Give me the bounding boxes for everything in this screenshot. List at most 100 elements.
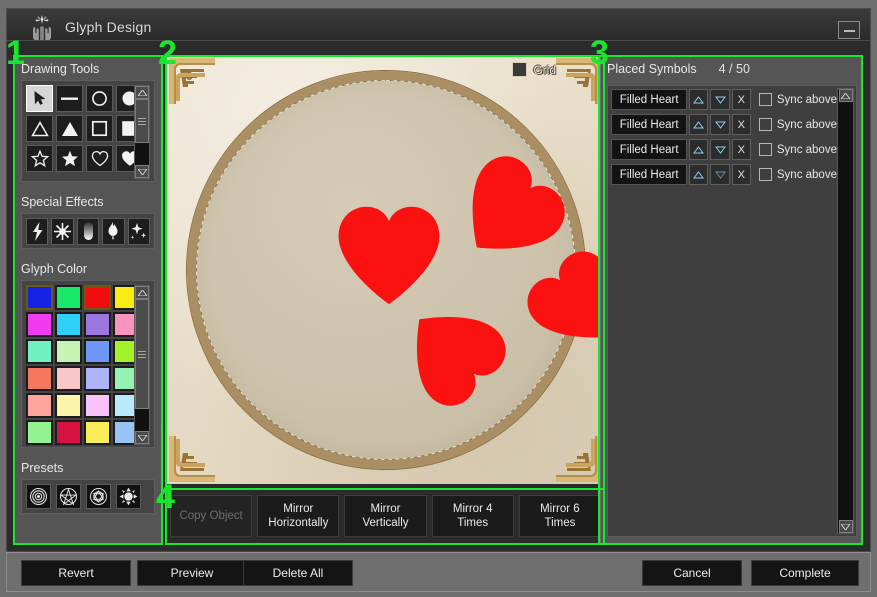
sync-above-toggle[interactable]: Sync above — [758, 143, 837, 156]
preset-hexagram-glyph-icon[interactable] — [86, 484, 111, 509]
sync-above-label: Sync above — [776, 168, 837, 181]
star-filled-tool[interactable] — [56, 145, 83, 172]
symbol-name[interactable]: Filled Heart — [611, 114, 688, 135]
glow-effect-icon[interactable] — [76, 218, 100, 245]
mirror-6-line2: Times — [544, 517, 576, 529]
circle-outline-tool[interactable] — [86, 85, 113, 112]
grid-toggle[interactable]: Grid — [512, 62, 556, 77]
mirror-vertically-line1: Mirror — [370, 503, 401, 515]
minimize-button[interactable] — [838, 21, 860, 39]
color-swatch[interactable] — [26, 393, 53, 418]
mirror-horizontally-button[interactable]: Mirror Horizontally — [257, 495, 340, 537]
color-swatch[interactable] — [84, 366, 111, 391]
color-swatch[interactable] — [55, 420, 82, 445]
sync-above-checkbox[interactable] — [758, 93, 772, 106]
move-up-icon[interactable] — [689, 114, 709, 135]
delete-symbol-button[interactable]: X — [731, 164, 751, 185]
table-row: Filled Heart X Sync above — [611, 164, 837, 185]
scroll-down-icon[interactable] — [838, 520, 853, 533]
flame-effect-icon[interactable] — [102, 218, 125, 245]
placed-heart-symbol[interactable] — [333, 200, 445, 312]
scroll-thumb[interactable] — [135, 99, 149, 143]
scroll-track[interactable] — [135, 299, 149, 431]
scroll-track[interactable] — [135, 99, 149, 165]
sync-above-toggle[interactable]: Sync above — [758, 168, 837, 181]
preset-compass-glyph-icon[interactable] — [116, 484, 141, 509]
cursor-tool[interactable] — [26, 85, 53, 112]
preview-button[interactable]: Preview — [137, 560, 247, 586]
mirror-4-line2: Times — [457, 517, 489, 529]
star-outline-tool[interactable] — [26, 145, 53, 172]
sync-above-checkbox[interactable] — [758, 143, 772, 156]
snowflake-effect-icon[interactable] — [51, 218, 74, 245]
square-outline-tool[interactable] — [86, 115, 113, 142]
color-swatch[interactable] — [26, 285, 53, 310]
copy-object-button[interactable]: Copy Object — [170, 495, 253, 537]
color-swatch[interactable] — [26, 339, 53, 364]
presets-box — [21, 479, 155, 514]
scroll-down-icon[interactable] — [135, 431, 149, 444]
move-down-icon[interactable] — [710, 89, 730, 110]
special-effects-row — [26, 218, 151, 245]
special-effects-box — [21, 213, 155, 249]
glyph-canvas[interactable]: Grid — [167, 56, 604, 484]
color-swatch[interactable] — [84, 393, 111, 418]
symbol-name[interactable]: Filled Heart — [611, 139, 688, 160]
color-swatch[interactable] — [26, 366, 53, 391]
delete-symbol-button[interactable]: X — [731, 114, 751, 135]
sync-above-toggle[interactable]: Sync above — [758, 118, 837, 131]
move-down-icon[interactable] — [710, 164, 730, 185]
sync-above-toggle[interactable]: Sync above — [758, 93, 837, 106]
drawing-tools-grid — [26, 85, 150, 172]
mirror-vertically-button[interactable]: Mirror Vertically — [344, 495, 427, 537]
move-up-icon[interactable] — [689, 164, 709, 185]
preset-pentagram-glyph-icon[interactable] — [56, 484, 81, 509]
mirror-4-times-button[interactable]: Mirror 4 Times — [431, 495, 514, 537]
delete-symbol-button[interactable]: X — [731, 89, 751, 110]
preset-rosette-glyph-icon[interactable] — [26, 484, 51, 509]
table-row: Filled Heart X Sync above — [611, 139, 837, 160]
move-up-icon[interactable] — [689, 139, 709, 160]
lightning-effect-icon[interactable] — [26, 218, 49, 245]
color-swatch[interactable] — [26, 420, 53, 445]
move-down-icon[interactable] — [710, 114, 730, 135]
triangle-outline-tool[interactable] — [26, 115, 53, 142]
move-down-icon[interactable] — [710, 139, 730, 160]
symbol-name[interactable]: Filled Heart — [611, 164, 688, 185]
placed-symbols-scrollbar[interactable] — [837, 88, 854, 534]
scroll-up-icon[interactable] — [135, 286, 149, 299]
color-swatch[interactable] — [84, 312, 111, 337]
mirror-vertically-line2: Vertically — [362, 517, 409, 529]
complete-button[interactable]: Complete — [751, 560, 859, 586]
color-swatch[interactable] — [84, 339, 111, 364]
sparkle-effect-icon[interactable] — [127, 218, 151, 245]
scroll-thumb[interactable] — [135, 299, 149, 409]
scroll-up-icon[interactable] — [135, 86, 149, 99]
line-tool[interactable] — [56, 85, 83, 112]
triangle-filled-tool[interactable] — [56, 115, 83, 142]
symbol-name[interactable]: Filled Heart — [611, 89, 688, 110]
heart-outline-tool[interactable] — [86, 145, 113, 172]
color-swatch[interactable] — [55, 393, 82, 418]
scroll-track[interactable] — [838, 102, 853, 520]
scroll-down-icon[interactable] — [135, 165, 149, 178]
color-palette-scrollbar[interactable] — [134, 285, 150, 445]
scroll-up-icon[interactable] — [838, 89, 853, 102]
grid-checkbox[interactable] — [512, 62, 528, 77]
color-swatch[interactable] — [26, 312, 53, 337]
color-swatch[interactable] — [55, 339, 82, 364]
color-swatch[interactable] — [55, 285, 82, 310]
revert-button[interactable]: Revert — [21, 560, 131, 586]
color-swatch[interactable] — [84, 420, 111, 445]
mirror-6-times-button[interactable]: Mirror 6 Times — [518, 495, 602, 537]
cancel-button[interactable]: Cancel — [642, 560, 742, 586]
drawing-tools-scrollbar[interactable] — [134, 85, 150, 179]
sync-above-checkbox[interactable] — [758, 118, 772, 131]
color-swatch[interactable] — [55, 366, 82, 391]
move-up-icon[interactable] — [689, 89, 709, 110]
delete-symbol-button[interactable]: X — [731, 139, 751, 160]
color-swatch[interactable] — [55, 312, 82, 337]
color-swatch-selected[interactable] — [84, 285, 111, 310]
delete-all-button[interactable]: Delete All — [243, 560, 353, 586]
sync-above-checkbox[interactable] — [758, 168, 772, 181]
